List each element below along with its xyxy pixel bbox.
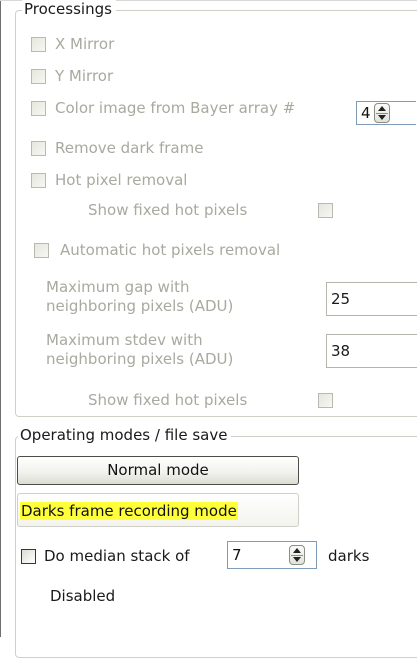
median-stack-checkbox[interactable]	[21, 549, 36, 564]
max-stdev-input[interactable]: 38	[326, 334, 417, 368]
show-fixed-hot-pixels-label-2: Show fixed hot pixels	[88, 391, 248, 409]
operating-modes-legend: Operating modes / file save	[18, 426, 232, 444]
status-text: Disabled	[50, 587, 116, 605]
show-fixed-hot-pixels-checkbox[interactable]	[318, 203, 333, 218]
max-stdev-label-line1: Maximum stdev with	[46, 331, 203, 349]
max-gap-input[interactable]: 25	[326, 282, 417, 316]
normal-mode-label: Normal mode	[107, 461, 209, 479]
show-fixed-hot-pixels-checkbox-2[interactable]	[318, 393, 333, 408]
darks-recording-mode-label: Darks frame recording mode	[20, 501, 238, 521]
spin-down-arrow-icon	[378, 115, 386, 120]
bayer-label: Color image from Bayer array #	[55, 99, 296, 117]
median-stack-spin-value: 7	[232, 546, 242, 564]
x-mirror-label: X Mirror	[55, 35, 115, 53]
median-stack-spin-buttons[interactable]	[289, 545, 305, 565]
median-stack-label: Do median stack of	[44, 547, 190, 565]
max-gap-label-line2: neighboring pixels (ADU)	[46, 297, 234, 315]
bayer-checkbox[interactable]	[31, 101, 46, 116]
spin-separator	[376, 113, 388, 114]
max-stdev-value: 38	[331, 342, 351, 360]
processings-legend: Processings	[22, 0, 116, 18]
auto-hot-pixels-label: Automatic hot pixels removal	[60, 241, 281, 259]
bayer-spin-buttons[interactable]	[374, 103, 390, 123]
remove-dark-checkbox[interactable]	[31, 141, 46, 156]
hot-pixel-checkbox[interactable]	[31, 173, 46, 188]
max-stdev-label-line2: neighboring pixels (ADU)	[46, 350, 234, 368]
show-fixed-hot-pixels-label: Show fixed hot pixels	[88, 201, 248, 219]
darks-recording-mode-text: Darks frame recording mode	[20, 502, 238, 520]
spin-separator	[291, 555, 303, 556]
darks-unit-label: darks	[328, 547, 370, 565]
hot-pixel-label: Hot pixel removal	[55, 171, 188, 189]
spin-down-arrow-icon	[293, 557, 301, 562]
y-mirror-checkbox[interactable]	[31, 69, 46, 84]
spin-up-arrow-icon	[293, 548, 301, 553]
x-mirror-checkbox[interactable]	[31, 37, 46, 52]
auto-hot-pixels-checkbox[interactable]	[34, 243, 49, 258]
bayer-spin-value: 4	[361, 104, 371, 122]
remove-dark-label: Remove dark frame	[55, 139, 204, 157]
y-mirror-label: Y Mirror	[55, 67, 114, 85]
normal-mode-button[interactable]: Normal mode	[17, 456, 299, 485]
max-gap-label-line1: Maximum gap with	[46, 278, 190, 296]
max-gap-value: 25	[331, 290, 351, 308]
window-left-border	[0, 0, 1, 637]
spin-up-arrow-icon	[378, 106, 386, 111]
